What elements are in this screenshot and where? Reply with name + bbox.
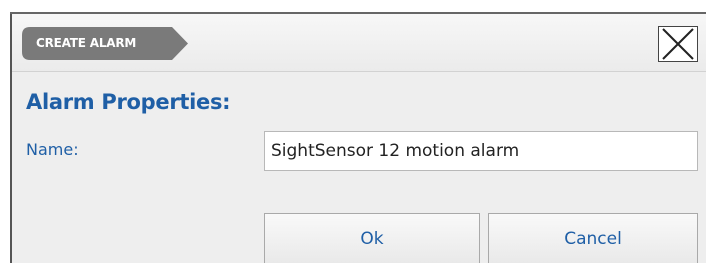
- cancel-button[interactable]: Cancel: [488, 213, 698, 263]
- ok-button[interactable]: Ok: [264, 213, 480, 263]
- close-button[interactable]: [658, 26, 698, 62]
- name-input[interactable]: [264, 131, 698, 171]
- section-title: Alarm Properties:: [26, 90, 231, 114]
- close-x-icon: [662, 28, 694, 60]
- name-label: Name:: [26, 140, 79, 159]
- breadcrumb-label: CREATE ALARM: [36, 36, 137, 50]
- breadcrumb: CREATE ALARM: [22, 27, 188, 60]
